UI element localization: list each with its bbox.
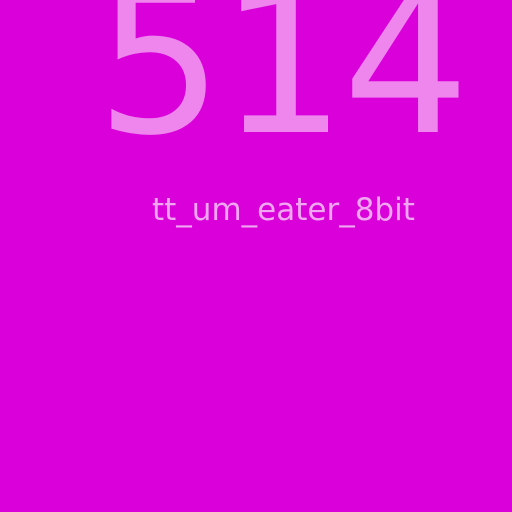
design-name-label: tt_um_eater_8bit bbox=[152, 192, 415, 228]
display-screen: 514 tt_um_eater_8bit bbox=[0, 0, 512, 512]
counter-value: 514 bbox=[96, 0, 470, 180]
